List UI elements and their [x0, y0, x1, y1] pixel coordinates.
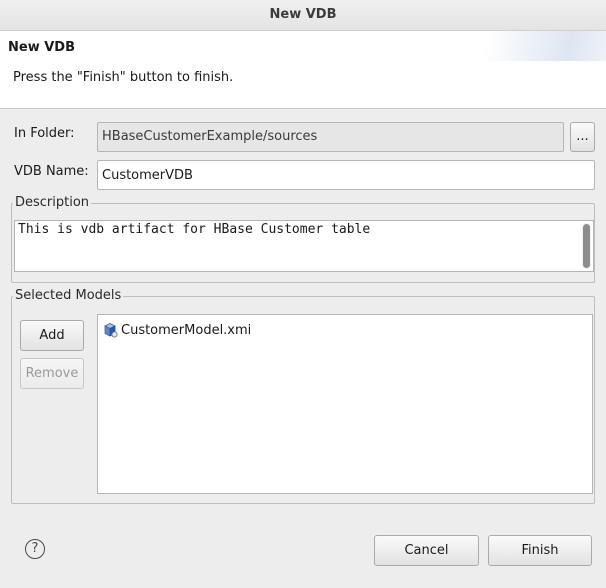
description-scroll-thumb[interactable]: [583, 224, 590, 268]
list-item[interactable]: CustomerModel.xmi: [102, 322, 251, 338]
models-list[interactable]: CustomerModel.xmi: [97, 314, 593, 494]
finish-button[interactable]: Finish: [488, 535, 592, 566]
description-label: Description: [13, 195, 92, 210]
vdb-name-input[interactable]: [97, 160, 595, 190]
add-model-button[interactable]: Add: [20, 320, 84, 351]
model-name: CustomerModel.xmi: [121, 322, 252, 338]
description-textarea[interactable]: This is vdb artifact for HBase Customer …: [14, 220, 594, 272]
banner-title: New VDB: [8, 40, 75, 55]
help-icon[interactable]: ?: [25, 539, 45, 559]
remove-model-button[interactable]: Remove: [20, 358, 84, 389]
cancel-button[interactable]: Cancel: [374, 535, 479, 566]
description-scrollbar[interactable]: [582, 223, 591, 269]
wizard-banner: New VDB Press the "Finish" button to fin…: [0, 31, 606, 109]
model-file-icon: [104, 323, 118, 338]
in-folder-field: HBaseCustomerExample/sources: [97, 122, 564, 152]
banner-decoration: [456, 31, 606, 61]
browse-folder-button[interactable]: ...: [570, 122, 595, 152]
description-text: This is vdb artifact for HBase Customer …: [18, 222, 371, 237]
vdb-name-label: VDB Name:: [14, 164, 89, 179]
selected-models-label: Selected Models: [13, 288, 124, 303]
banner-message: Press the "Finish" button to finish.: [13, 70, 234, 85]
window-title: New VDB: [0, 0, 606, 31]
in-folder-label: In Folder:: [14, 126, 75, 141]
